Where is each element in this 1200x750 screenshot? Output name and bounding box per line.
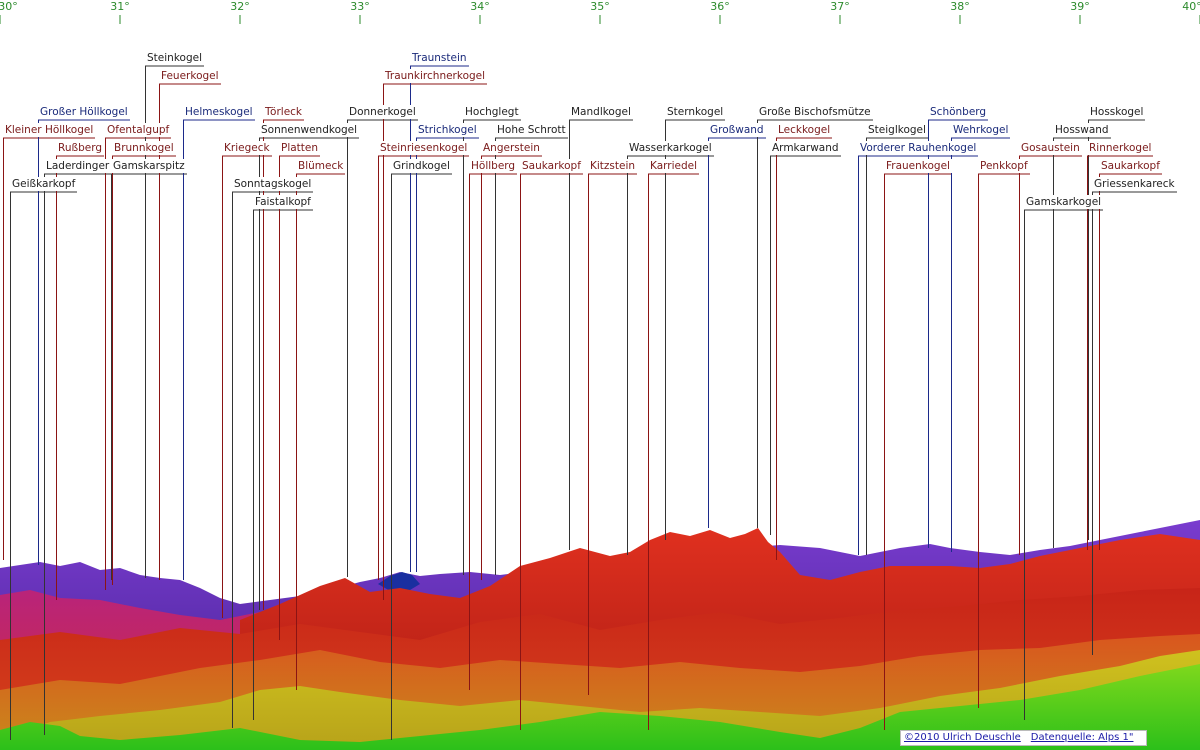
peak-label[interactable]: Griessenkareck bbox=[1092, 177, 1177, 191]
peak-label[interactable]: Sonnenwendkogel bbox=[259, 123, 360, 137]
degree-tick-label: 30° bbox=[0, 0, 18, 13]
peak-label[interactable]: Hochglegt bbox=[463, 105, 521, 119]
peak-label[interactable]: Großwand bbox=[708, 123, 766, 137]
degree-tick-label: 39° bbox=[1070, 0, 1090, 13]
peak-label[interactable]: Mandlkogel bbox=[569, 105, 633, 119]
peak-label[interactable]: Große Bischofsmütze bbox=[757, 105, 873, 119]
peak-label[interactable]: Saukarkopf bbox=[1099, 159, 1162, 173]
peak-label[interactable]: Traunstein bbox=[410, 51, 469, 65]
peak-label[interactable]: Frauenkogel bbox=[884, 159, 952, 173]
panorama-view: 30° 31° 32° 33° 34° 35° 36° 37° 38° 39° 40° Kleine… bbox=[0, 0, 1200, 750]
degree-tick-label: 34° bbox=[470, 0, 490, 13]
peak-label[interactable]: Faistalkopf bbox=[253, 195, 313, 209]
peak-label[interactable]: Leckkogel bbox=[776, 123, 833, 137]
peak-label[interactable]: Gamskarspitz bbox=[111, 159, 187, 173]
peak-label[interactable]: Hosswand bbox=[1053, 123, 1111, 137]
peak-label[interactable]: Schönberg bbox=[928, 105, 989, 119]
peak-label[interactable]: Strichkogel bbox=[416, 123, 479, 137]
peak-label[interactable]: Geißkarkopf bbox=[10, 177, 78, 191]
peak-label[interactable]: Sternkogel bbox=[665, 105, 726, 119]
peak-label[interactable]: Platten bbox=[279, 141, 321, 155]
peak-label[interactable]: Steinkogel bbox=[145, 51, 204, 65]
peak-label[interactable]: Gosaustein bbox=[1019, 141, 1082, 155]
peak-label[interactable]: Laderdinger bbox=[44, 159, 112, 173]
degree-tick-label: 32° bbox=[230, 0, 250, 13]
peak-label[interactable]: Steinriesenkogel bbox=[378, 141, 470, 155]
peak-label[interactable]: Törleck bbox=[263, 105, 305, 119]
peak-label[interactable]: Penkkopf bbox=[978, 159, 1030, 173]
degree-tick-label: 38° bbox=[950, 0, 970, 13]
peak-label[interactable]: Helmeskogel bbox=[183, 105, 255, 119]
peak-label[interactable]: Wasserkarkogel bbox=[627, 141, 714, 155]
degree-tick-label: 35° bbox=[590, 0, 610, 13]
credits-bar: ©2010 Ulrich Deuschle Datenquelle: Alps 1… bbox=[900, 730, 1148, 746]
peak-label[interactable]: Hosskogel bbox=[1088, 105, 1146, 119]
degree-tick-label: 31° bbox=[110, 0, 130, 13]
peak-label[interactable]: Vorderer Rauhenkogel bbox=[858, 141, 979, 155]
peak-label[interactable]: Steiglkogel bbox=[866, 123, 928, 137]
peak-label[interactable]: Hohe Schrott bbox=[495, 123, 568, 137]
peak-label[interactable]: Großer Höllkogel bbox=[38, 105, 130, 119]
peak-label[interactable]: Kitzstein bbox=[588, 159, 638, 173]
peak-label[interactable]: Armkarwand bbox=[770, 141, 841, 155]
peak-label[interactable]: Karriedel bbox=[648, 159, 700, 173]
degree-tick-label: 37° bbox=[830, 0, 850, 13]
peak-label[interactable]: Donnerkogel bbox=[347, 105, 418, 119]
peak-label[interactable]: Rinnerkogel bbox=[1087, 141, 1154, 155]
peak-label[interactable]: Brunnkogel bbox=[112, 141, 176, 155]
peak-label[interactable]: Höllberg bbox=[469, 159, 518, 173]
peak-label[interactable]: Feuerkogel bbox=[159, 69, 221, 83]
peak-label[interactable]: Grindkogel bbox=[391, 159, 452, 173]
peak-label[interactable]: Sonntagskogel bbox=[232, 177, 314, 191]
peak-label[interactable]: Saukarkopf bbox=[520, 159, 583, 173]
peak-label[interactable]: Angerstein bbox=[481, 141, 542, 155]
peak-label[interactable]: Blümeck bbox=[296, 159, 346, 173]
peak-label[interactable]: Wehrkogel bbox=[951, 123, 1011, 137]
peak-label[interactable]: Gamskarkogel bbox=[1024, 195, 1104, 209]
peak-label[interactable]: Kriegeck bbox=[222, 141, 272, 155]
peak-label[interactable]: Ofentalgupf bbox=[105, 123, 172, 137]
degree-tick-label: 33° bbox=[350, 0, 370, 13]
peak-label[interactable]: Kleiner Höllkogel bbox=[3, 123, 96, 137]
copyright-link[interactable]: ©2010 Ulrich Deuschle bbox=[904, 732, 1021, 743]
degree-tick-label: 40° bbox=[1182, 0, 1200, 13]
peak-label[interactable]: Rußberg bbox=[56, 141, 105, 155]
data-source-link[interactable]: Datenquelle: Alps 1" bbox=[1031, 732, 1134, 743]
degree-tick-label: 36° bbox=[710, 0, 730, 13]
peak-label[interactable]: Traunkirchnerkogel bbox=[383, 69, 488, 83]
